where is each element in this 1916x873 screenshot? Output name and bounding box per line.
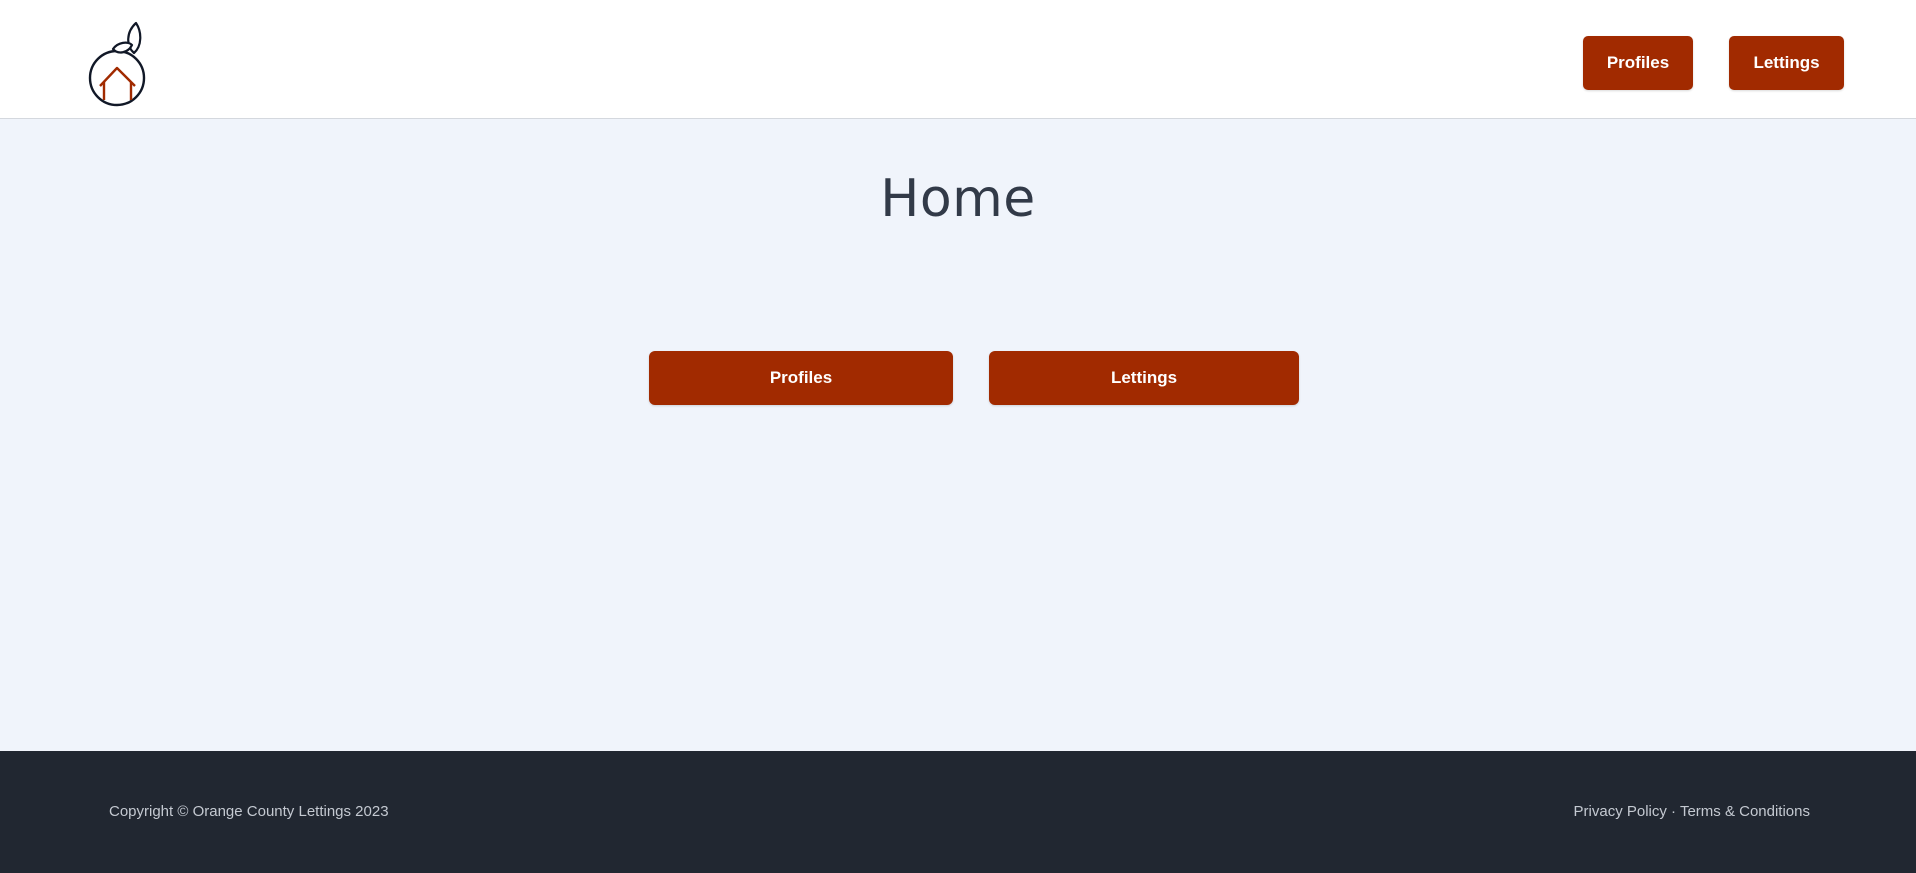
profiles-button[interactable]: Profiles	[649, 351, 953, 405]
nav-lettings-button[interactable]: Lettings	[1729, 36, 1844, 90]
terms-conditions-link[interactable]: Terms & Conditions	[1680, 803, 1810, 820]
privacy-policy-link[interactable]: Privacy Policy	[1574, 803, 1667, 820]
site-footer: Copyright © Orange County Lettings 2023 …	[0, 751, 1916, 873]
lettings-button[interactable]: Lettings	[989, 351, 1299, 405]
copyright-text: Copyright © Orange County Lettings 2023	[109, 803, 389, 820]
nav-profiles-button[interactable]: Profiles	[1583, 36, 1693, 90]
footer-links: Privacy Policy · Terms & Conditions	[1574, 803, 1810, 820]
site-header: Profiles Lettings	[0, 0, 1916, 119]
orange-house-logo-icon	[88, 21, 146, 107]
page-title: Home	[880, 169, 1036, 229]
main-content: Home Profiles Lettings	[0, 119, 1916, 751]
footer-link-separator: ·	[1666, 803, 1680, 820]
home-logo-link[interactable]	[86, 20, 152, 108]
